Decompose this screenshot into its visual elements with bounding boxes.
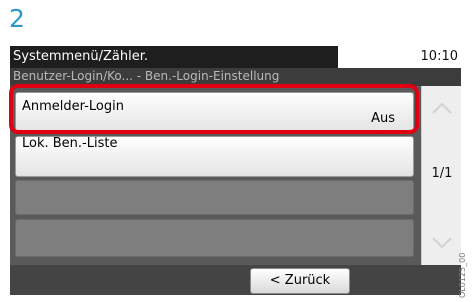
bottom-bar: < Zurück bbox=[10, 265, 461, 295]
list-item-empty bbox=[15, 219, 414, 257]
back-button[interactable]: < Zurück bbox=[250, 268, 350, 294]
scroll-up-button[interactable] bbox=[426, 88, 458, 128]
list-item-label: Lok. Ben.-Liste bbox=[22, 136, 118, 151]
list-item-lok-ben-liste[interactable]: Lok. Ben.-Liste bbox=[15, 136, 414, 177]
page-indicator: 1/1 bbox=[431, 166, 453, 181]
settings-list: Anmelder-Login Aus Lok. Ben.-Liste bbox=[10, 86, 421, 264]
list-item-label: Anmelder-Login bbox=[22, 99, 124, 114]
title-bar: Systemmenü/Zähler. 10:10 bbox=[10, 46, 461, 68]
scroll-down-button[interactable] bbox=[426, 222, 458, 262]
clock: 10:10 bbox=[420, 49, 458, 64]
chevron-down-icon bbox=[432, 237, 452, 249]
list-item-anmelder-login[interactable]: Anmelder-Login Aus bbox=[15, 92, 414, 133]
breadcrumb: Benutzer-Login/Ko... - Ben.-Login-Einste… bbox=[10, 68, 461, 86]
figure-code: OL0125_00 bbox=[458, 252, 467, 298]
step-number: 2 bbox=[9, 4, 25, 33]
operation-panel-screen: Systemmenü/Zähler. 10:10 Benutzer-Login/… bbox=[10, 46, 461, 295]
list-item-value: Aus bbox=[371, 111, 395, 126]
chevron-up-icon bbox=[432, 102, 452, 114]
scroll-panel: 1/1 bbox=[421, 86, 461, 265]
screen-title: Systemmenü/Zähler. bbox=[10, 46, 338, 68]
list-item-empty bbox=[15, 180, 414, 215]
